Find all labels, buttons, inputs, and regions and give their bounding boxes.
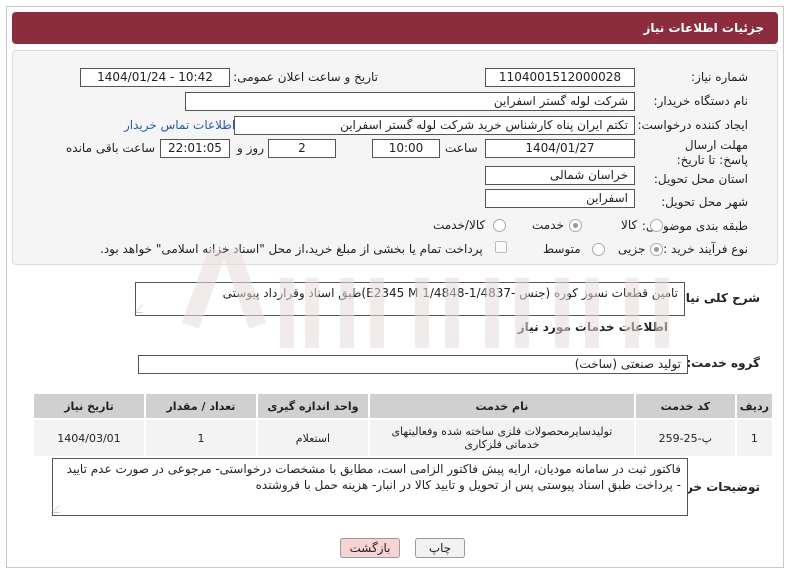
process-radio-minor[interactable] xyxy=(650,243,663,256)
city-field: اسفراین xyxy=(485,189,635,208)
category-radio-goods[interactable] xyxy=(650,219,663,232)
cell-qty: 1 xyxy=(145,420,256,456)
need-number-field: 1104001512000028 xyxy=(485,68,635,87)
resize-grip-icon[interactable] xyxy=(134,305,150,313)
table-header-row: ردیف کد خدمت نام خدمت واحد اندازه گیری ت… xyxy=(34,394,772,418)
table-row: 1 پ-25-259 تولیدسایرمحصولات فلزی ساخته ش… xyxy=(34,420,772,456)
buyer-contact-link[interactable]: اطلاعات تماس خریدار xyxy=(124,118,235,132)
print-button[interactable]: چاپ xyxy=(415,538,465,558)
category-option-goods-service: کالا/خدمت xyxy=(433,218,486,232)
category-radio-goods-service[interactable] xyxy=(493,219,506,232)
buyer-notes-textarea[interactable]: فاکتور ثبت در سامانه مودیان، ارایه پیش ف… xyxy=(51,458,688,516)
days-field: 2 xyxy=(268,139,336,158)
category-radio-service[interactable] xyxy=(569,219,582,232)
treasury-payment-note: پرداخت تمام یا بخشی از مبلغ خرید،از محل … xyxy=(100,242,483,256)
remaining-time-field: 22:01:05 xyxy=(160,139,230,158)
col-code: کد خدمت xyxy=(635,394,735,418)
deadline-label: مهلت ارسال پاسخ: تا تاریخ: xyxy=(676,138,748,167)
category-option-goods: کالا xyxy=(621,218,638,232)
summary-label: شرح کلی نیاز: xyxy=(674,291,760,305)
col-unit: واحد اندازه گیری xyxy=(257,394,368,418)
cell-unit: استعلام xyxy=(257,420,368,456)
process-label: نوع فرآیند خرید : xyxy=(663,242,748,256)
buyer-org-label: نام دستگاه خریدار: xyxy=(653,94,749,108)
summary-text: تامین قطعات نسوز کوره (جنس -1/4837-1/484… xyxy=(222,286,678,300)
cell-code: پ-25-259 xyxy=(635,420,735,456)
col-name: نام خدمت xyxy=(369,394,634,418)
creator-label: ایجاد کننده درخواست: xyxy=(637,118,748,132)
days-label: روز و xyxy=(237,141,264,155)
deadline-time-field: 10:00 xyxy=(372,139,440,158)
cell-date: 1404/03/01 xyxy=(34,420,144,456)
col-date: تاریخ نیاز xyxy=(34,394,144,418)
resize-grip-icon[interactable] xyxy=(51,505,67,513)
category-option-service: خدمت xyxy=(532,218,564,232)
cell-name: تولیدسایرمحصولات فلزی ساخته شده وفعالیته… xyxy=(369,420,634,456)
service-group-field: تولید صنعتی (ساخت) xyxy=(138,355,688,374)
page-title: جزئیات اطلاعات نیاز xyxy=(643,21,764,35)
header-bar: جزئیات اطلاعات نیاز xyxy=(12,12,778,44)
deadline-date-field: 1404/01/27 xyxy=(485,139,635,158)
col-qty: تعداد / مقدار xyxy=(145,394,256,418)
services-table: ردیف کد خدمت نام خدمت واحد اندازه گیری ت… xyxy=(32,392,774,458)
remaining-label: ساعت باقی مانده xyxy=(66,141,156,155)
services-section-title: اطلاعات خدمات مورد نیاز xyxy=(517,320,668,334)
announce-datetime-field: 1404/01/24 - 10:42 xyxy=(80,68,230,87)
hour-label: ساعت xyxy=(445,141,478,155)
need-number-label: شماره نیاز: xyxy=(691,70,748,84)
back-button[interactable]: بازگشت xyxy=(340,538,400,558)
summary-textarea[interactable]: تامین قطعات نسوز کوره (جنس -1/4837-1/484… xyxy=(134,282,685,316)
buyer-org-field: شرکت لوله گستر اسفراین xyxy=(185,92,635,111)
announce-label: تاریخ و ساعت اعلان عمومی: xyxy=(233,70,378,84)
creator-field: تکتم ایران پناه کارشناس خرید شرکت لوله گ… xyxy=(234,116,635,135)
buyer-notes-text: فاکتور ثبت در سامانه مودیان، ارایه پیش ف… xyxy=(66,462,681,492)
cell-index: 1 xyxy=(736,420,772,456)
treasury-payment-checkbox[interactable] xyxy=(495,241,507,253)
province-field: خراسان شمالی xyxy=(485,166,635,185)
province-label: استان محل تحویل: xyxy=(653,172,748,186)
service-group-label: گروه خدمت: xyxy=(686,356,760,370)
process-option-minor: جزیی xyxy=(618,242,646,256)
process-radio-medium[interactable] xyxy=(592,243,605,256)
city-label: شهر محل تحویل: xyxy=(661,195,748,209)
process-option-medium: متوسط xyxy=(543,242,581,256)
col-index: ردیف xyxy=(736,394,772,418)
